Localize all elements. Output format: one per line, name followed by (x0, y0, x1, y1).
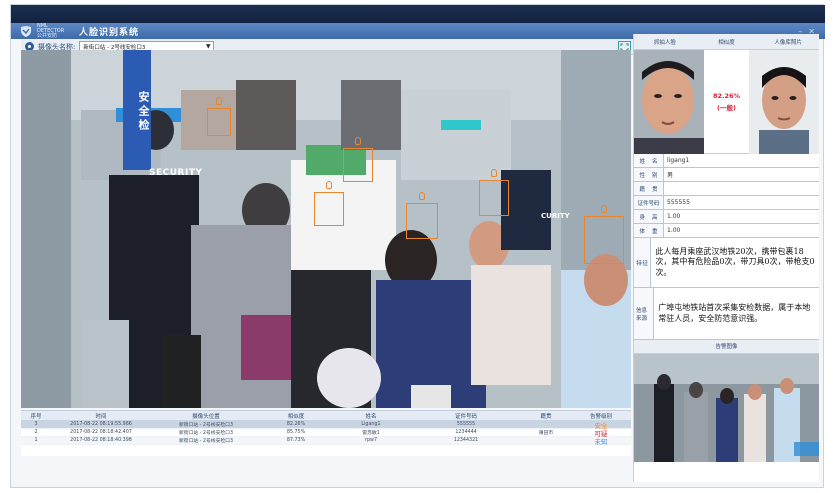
app-title: 人脸识别系统 (79, 27, 140, 38)
match-detail-panel: 抓拍人脸 相似度 人像库照片 82.26% (一般) 姓名 ligang1 性别… (633, 34, 819, 482)
table-row[interactable]: 1 2017-08-22 08:18:40.398 新街口站 - 2号线安检口3… (21, 437, 631, 446)
header-captured-face: 抓拍人脸 (653, 39, 676, 46)
top-bar (11, 5, 825, 23)
face-detection-box[interactable] (406, 192, 438, 239)
info-label: 证件号码 (634, 196, 664, 209)
col-header[interactable]: 序号 (21, 412, 51, 420)
cell-similarity: 85.75% (286, 430, 306, 435)
col-header[interactable]: 籍贯 (521, 412, 571, 420)
info-value: 555555 (667, 199, 690, 206)
info-row-native: 籍贯 (634, 182, 819, 196)
feature-text: 此人每月乘座武汉地铁20次，携带包裹18次，其中有危险品0次，带刀具0次，带枪支… (655, 246, 815, 277)
face-tag-icon (491, 169, 497, 177)
col-header[interactable]: 摄像头位置 (151, 412, 261, 420)
cell-location: 新街口站 - 2号线安检口3 (178, 431, 234, 436)
cell-similarity: 87.73% (286, 438, 306, 443)
video-feed[interactable]: 安全检 SECURITY CURITY (21, 50, 631, 408)
face-detection-box[interactable] (343, 137, 373, 182)
table-header: 序号 时间 摄像头位置 相似度 姓名 证件号码 籍贯 告警级别 (21, 411, 631, 421)
info-label: 特征 (634, 238, 652, 287)
captured-face-photo[interactable] (634, 50, 704, 154)
shield-logo-icon (19, 25, 33, 37)
col-header[interactable]: 证件号码 (411, 412, 521, 420)
cell-no: 3 (34, 422, 38, 427)
info-label: 信息来源 (634, 288, 655, 339)
cell-similarity: 82.26% (286, 422, 306, 427)
info-value: 1.00 (667, 213, 681, 220)
info-label: 姓名 (634, 154, 664, 167)
info-row-height: 身高 1.00 (634, 210, 819, 224)
cell-location: 新街口站 - 2号线安检口3 (178, 439, 234, 444)
alarm-image-title: 告警图像 (634, 340, 819, 354)
similarity-indicator: 82.26% (一般) (704, 50, 750, 153)
info-label: 身高 (634, 210, 664, 223)
face-detection-box[interactable] (584, 205, 624, 264)
face-tag-icon (419, 192, 425, 200)
face-tag-icon (355, 137, 361, 145)
cell-no: 1 (34, 438, 38, 443)
curity-text: CURITY (541, 212, 570, 220)
source-text: 广埠屯地铁站首次采集安检数据，属于本地常驻人员，安全防范意识强。 (658, 303, 811, 323)
cell-name: Ligang1 (361, 422, 381, 427)
info-label: 体重 (634, 224, 664, 237)
col-header[interactable]: 时间 (51, 412, 151, 420)
cell-native: 莆田市 (538, 431, 554, 436)
header-library-photo: 人像库照片 (774, 39, 802, 46)
info-label: 性别 (634, 168, 664, 181)
info-row-feature: 特征 此人每月乘座武汉地铁20次，携带包裹18次，其中有危险品0次，带刀具0次，… (634, 238, 819, 288)
cell-time: 2017-08-22 08:18:40.398 (70, 438, 132, 443)
similarity-level: (一般) (717, 103, 736, 112)
table-row[interactable]: 3 2017-08-22 08:19:55.986 新街口站 - 2号线安检口3… (21, 421, 631, 430)
cell-time: 2017-08-22 08:19:55.986 (70, 422, 132, 427)
similarity-value: 82.26% (712, 91, 741, 100)
person-info: 姓名 ligang1 性别 男 籍贯 证件号码 555555 身高 1.00 体… (634, 154, 819, 340)
table-row[interactable]: 2 2017-08-22 08:18:42.407 新街口站 - 2号线安检口3… (21, 429, 631, 438)
info-row-name: 姓名 ligang1 (634, 154, 819, 168)
cell-location: 新街口站 - 2号线安检口3 (178, 423, 234, 428)
face-tag-icon (216, 97, 222, 105)
info-row-weight: 体重 1.00 (634, 224, 819, 238)
alarm-image[interactable] (634, 354, 819, 462)
video-scene (21, 50, 631, 408)
photo-compare: 82.26% (一般) (634, 50, 819, 154)
alarm-record-table: 序号 时间 摄像头位置 相似度 姓名 证件号码 籍贯 告警级别 3 2017-0… (21, 410, 631, 456)
face-detection-box[interactable] (479, 169, 509, 216)
col-header[interactable]: 姓名 (331, 412, 411, 420)
face-detection-box[interactable] (207, 97, 231, 136)
info-value: 1.00 (667, 227, 681, 234)
cell-level: 未知 (594, 437, 608, 446)
header-similarity: 相似度 (718, 39, 735, 46)
safety-sign: 安全检 (123, 50, 151, 170)
cell-id: 1234444 (455, 430, 477, 435)
logo-text: NML DETECTOR 公共安防 (37, 22, 65, 39)
panel-header: 抓拍人脸 相似度 人像库照片 (634, 34, 819, 50)
info-value: ligang1 (667, 157, 690, 164)
library-photo[interactable] (749, 50, 819, 154)
col-header[interactable]: 相似度 (261, 412, 331, 420)
info-row-id: 证件号码 555555 (634, 196, 819, 210)
cell-name: rpw7 (365, 438, 377, 443)
cell-name: 雷苏敏1 (362, 431, 380, 436)
cell-no: 2 (34, 430, 38, 435)
info-value: 男 (667, 172, 674, 179)
cell-id: 555555 (456, 422, 476, 427)
cell-time: 2017-08-22 08:18:42.407 (70, 430, 132, 435)
face-tag-icon (326, 181, 332, 189)
face-detection-box[interactable] (314, 181, 344, 226)
cell-id: 12344321 (453, 438, 479, 443)
info-row-gender: 性别 男 (634, 168, 819, 182)
security-text: SECURITY (149, 168, 203, 178)
info-row-source: 信息来源 广埠屯地铁站首次采集安检数据，属于本地常驻人员，安全防范意识强。 (634, 288, 819, 340)
col-header[interactable]: 告警级别 (571, 412, 631, 420)
info-label: 籍贯 (634, 182, 664, 195)
face-tag-icon (601, 205, 607, 213)
